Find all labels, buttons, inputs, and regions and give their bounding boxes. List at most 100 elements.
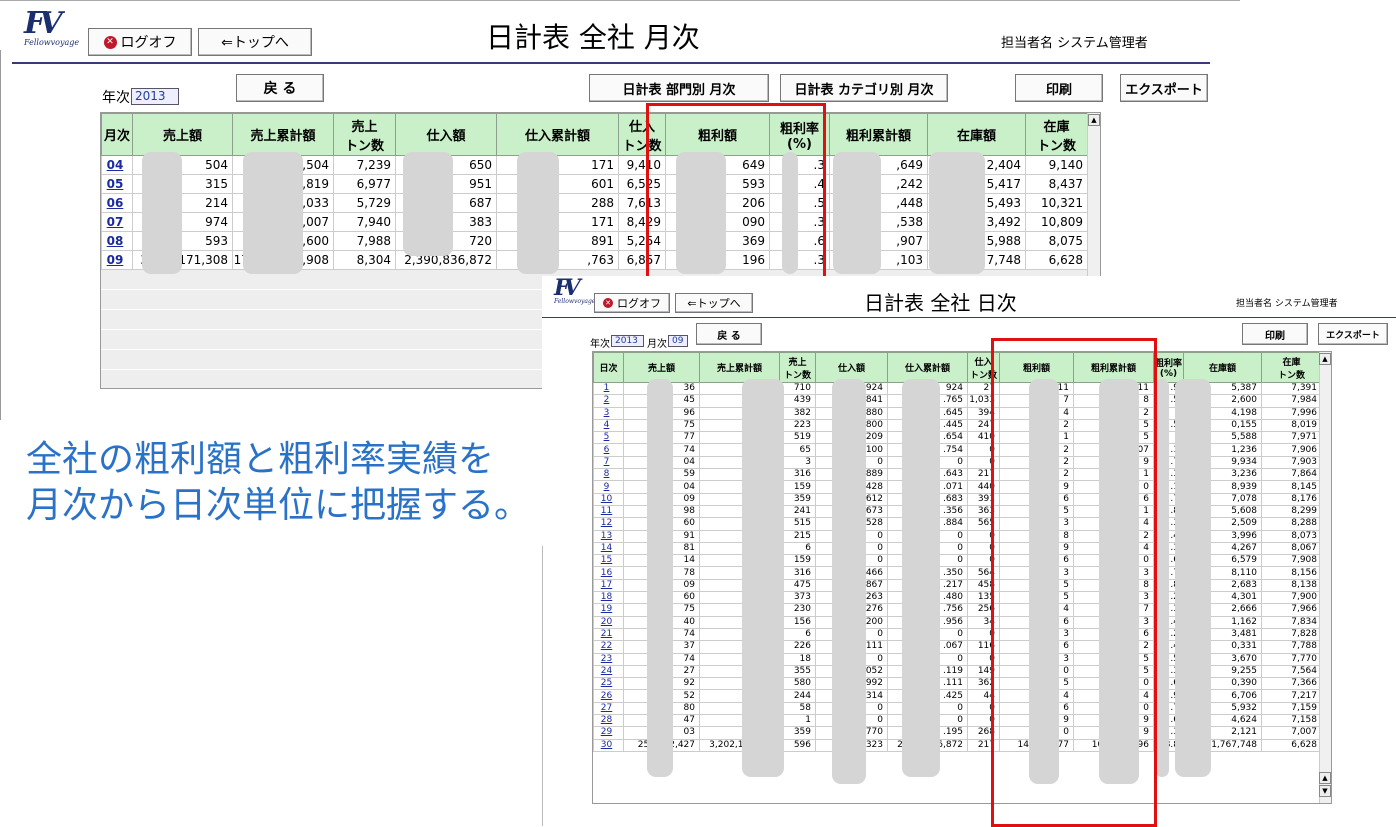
table-cell: 7,770 xyxy=(1261,652,1322,666)
day-link[interactable]: 3 xyxy=(593,406,624,420)
day-link[interactable]: 26 xyxy=(593,689,624,703)
year-input[interactable]: 2013 xyxy=(611,335,644,347)
table-cell: 8,138 xyxy=(1261,578,1322,593)
month-link[interactable]: 08 xyxy=(101,231,133,251)
column-header: 売上 トン数 xyxy=(333,113,396,156)
day-link[interactable]: 12 xyxy=(593,517,624,531)
day-link[interactable]: 30 xyxy=(593,738,624,752)
day-link[interactable]: 5 xyxy=(593,431,624,445)
table-cell: 7,564 xyxy=(1261,664,1322,679)
table-cell: 8,075 xyxy=(1025,231,1088,251)
table-cell: 241 xyxy=(779,504,816,519)
table-cell: 8,176 xyxy=(1261,492,1322,506)
column-header: 売上額 xyxy=(132,113,233,156)
scroll-up-small-arrow[interactable]: ▲ xyxy=(1319,772,1331,784)
header-divider xyxy=(542,317,1396,318)
day-link[interactable]: 23 xyxy=(593,652,624,666)
logo-text: Fellowvoyage xyxy=(554,298,596,305)
table-cell: 359 xyxy=(779,492,816,506)
highlight-box-monthly xyxy=(646,103,826,289)
day-link[interactable]: 1 xyxy=(593,381,624,396)
day-link[interactable]: 9 xyxy=(593,480,624,494)
dept-monthly-button[interactable]: 日計表 部門別 月次 xyxy=(589,74,769,102)
day-link[interactable]: 29 xyxy=(593,726,624,740)
column-header: 在庫 トン数 xyxy=(1261,352,1322,383)
day-link[interactable]: 11 xyxy=(593,504,624,519)
day-link[interactable]: 8 xyxy=(593,468,624,482)
table-header-row: 日次 売上額 売上累計額 売上 トン数 仕入額 仕入累計額 仕入 トン数 粗利額 粗利累計額 粗利率(… xyxy=(593,352,1322,383)
table-cell: 7,391 xyxy=(1261,381,1322,396)
day-link[interactable]: 18 xyxy=(593,591,624,605)
column-header: 売上額 xyxy=(623,352,700,383)
category-monthly-button[interactable]: 日計表 カテゴリ別 月次 xyxy=(780,74,948,102)
year-label: 年次 xyxy=(590,339,610,350)
table-cell: 580 xyxy=(779,677,816,691)
scroll-down-arrow[interactable]: ▼ xyxy=(1319,785,1331,797)
day-link[interactable]: 6 xyxy=(593,443,624,457)
month-input[interactable]: 09 xyxy=(668,335,688,347)
day-link[interactable]: 25 xyxy=(593,677,624,691)
table-cell: 8,019 xyxy=(1261,418,1322,433)
table-cell: 8,156 xyxy=(1261,566,1322,580)
scroll-up-arrow[interactable]: ▲ xyxy=(1319,353,1331,365)
table-row: 2592799580,992.11136250.60,3907,366 xyxy=(593,677,1322,691)
table-cell: 7,988 xyxy=(333,231,396,251)
day-link[interactable]: 21 xyxy=(593,627,624,642)
back-button[interactable]: 戻 る xyxy=(696,323,762,345)
table-cell: 7,908 xyxy=(1261,554,1322,568)
day-link[interactable]: 17 xyxy=(593,578,624,593)
day-link[interactable]: 15 xyxy=(593,554,624,568)
table-cell: 7,966 xyxy=(1261,603,1322,617)
month-link[interactable]: 05 xyxy=(101,174,133,194)
print-button[interactable]: 印刷 xyxy=(1015,74,1103,102)
table-row: 1678501316,466.35056433.78,1108,156 xyxy=(593,566,1322,580)
table-cell: 223 xyxy=(779,418,816,433)
table-row: 2040005156,200.9563463.41,1627,834 xyxy=(593,615,1322,629)
day-link[interactable]: 4 xyxy=(593,418,624,433)
day-link[interactable]: 27 xyxy=(593,701,624,716)
table-cell: 1 xyxy=(779,714,816,728)
logoff-button[interactable]: ✕ ログオフ xyxy=(88,28,192,56)
logoff-button[interactable]: ✕ ログオフ xyxy=(594,293,670,313)
table-cell: 8,437 xyxy=(1025,174,1088,194)
table-cell: 156 xyxy=(779,615,816,629)
day-link[interactable]: 24 xyxy=(593,664,624,679)
table-cell: 8,288 xyxy=(1261,517,1322,531)
table-row: 577529519,209.654410155,5887,971 xyxy=(593,431,1322,445)
print-button[interactable]: 印刷 xyxy=(1242,323,1308,345)
top-button[interactable]: ⇐トップへ xyxy=(675,293,753,313)
export-button[interactable]: エクスポート xyxy=(1318,323,1388,345)
header-divider xyxy=(12,62,1210,64)
day-link[interactable]: 13 xyxy=(593,529,624,543)
table-cell: 7,158 xyxy=(1261,714,1322,728)
export-button[interactable]: エクスポート xyxy=(1120,74,1208,102)
day-link[interactable]: 20 xyxy=(593,615,624,629)
day-link[interactable]: 16 xyxy=(593,566,624,580)
column-header: 売上累計額 xyxy=(232,113,334,156)
window-top-edge xyxy=(0,0,1240,3)
column-header: 在庫額 xyxy=(1183,352,1262,383)
scrollbar[interactable] xyxy=(1319,352,1331,803)
month-link[interactable]: 04 xyxy=(101,155,133,175)
logoff-label: ログオフ xyxy=(120,35,177,51)
year-input[interactable]: 2013 xyxy=(131,88,179,105)
month-link[interactable]: 07 xyxy=(101,212,133,232)
day-link[interactable]: 10 xyxy=(593,492,624,506)
column-header: 仕入額 xyxy=(395,113,497,156)
back-button[interactable]: 戻 る xyxy=(236,74,324,102)
day-link[interactable]: 7 xyxy=(593,455,624,470)
month-link[interactable]: 09 xyxy=(101,250,133,270)
column-header: 粗利累計額 xyxy=(829,113,928,156)
month-link[interactable]: 06 xyxy=(101,193,133,213)
day-link[interactable]: 19 xyxy=(593,603,624,617)
day-link[interactable]: 2 xyxy=(593,394,624,408)
table-row: 396977382,880.645394424,1987,996 xyxy=(593,406,1322,420)
table-cell: 373 xyxy=(779,591,816,605)
scroll-up-arrow[interactable]: ▲ xyxy=(1088,114,1100,126)
top-button[interactable]: ⇐トップへ xyxy=(198,28,312,56)
table-cell: 7,940 xyxy=(333,212,396,232)
day-link[interactable]: 14 xyxy=(593,541,624,556)
daily-table-container: 日次 売上額 売上累計額 売上 トン数 仕入額 仕入累計額 仕入 トン数 粗利額 粗利累計額 粗利率(… xyxy=(592,351,1332,804)
day-link[interactable]: 28 xyxy=(593,714,624,728)
day-link[interactable]: 22 xyxy=(593,640,624,654)
